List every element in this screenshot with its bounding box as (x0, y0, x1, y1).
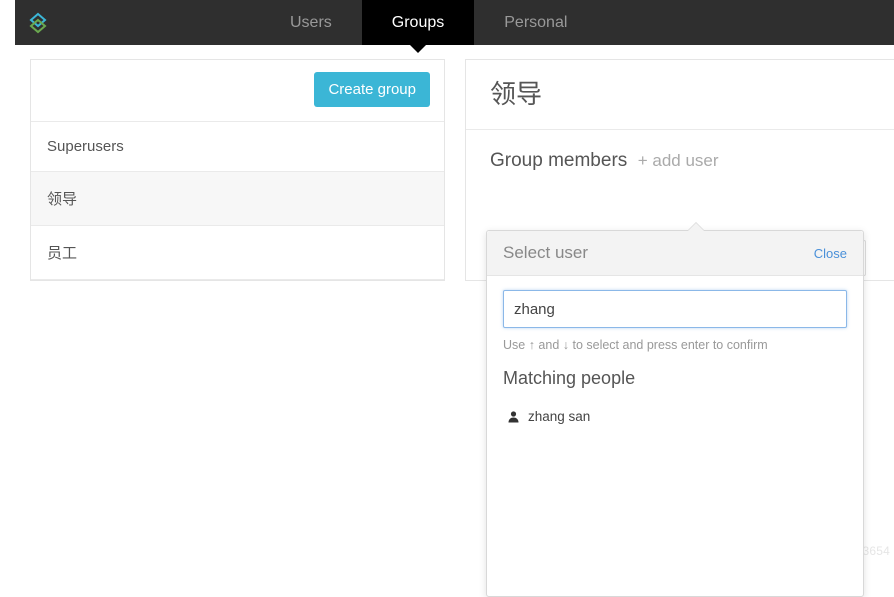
groups-panel: Create group Superusers 领导 员工 (30, 59, 445, 281)
popover-body: Use ↑ and ↓ to select and press enter to… (487, 276, 863, 596)
members-row: Group members + add user (466, 130, 894, 178)
app-logo[interactable] (15, 0, 60, 45)
group-detail-panel: 领导 Group members + add user Select user … (465, 59, 894, 281)
group-title: 领导 (466, 60, 894, 130)
person-icon (507, 410, 520, 423)
add-user-link[interactable]: + add user (638, 151, 719, 170)
group-item[interactable]: 员工 (31, 226, 444, 280)
popover-title: Select user (503, 243, 588, 263)
members-label: Group members (490, 150, 627, 171)
group-list: Superusers 领导 员工 (31, 122, 444, 280)
nav-tab-groups[interactable]: Groups (362, 0, 474, 45)
matching-people-title: Matching people (503, 368, 847, 389)
main-content: Create group Superusers 领导 员工 领导 Group m… (0, 45, 894, 281)
group-item[interactable]: 领导 (31, 172, 444, 226)
popover-header: Select user Close (487, 231, 863, 276)
group-item[interactable]: Superusers (31, 122, 444, 172)
nav-tab-personal[interactable]: Personal (474, 0, 597, 45)
nav-tab-users[interactable]: Users (260, 0, 362, 45)
select-user-popover: Select user Close Use ↑ and ↓ to select … (486, 230, 864, 597)
logo-icon (27, 12, 49, 34)
user-result-name: zhang san (528, 409, 590, 424)
create-group-button[interactable]: Create group (314, 72, 430, 107)
popover-close-link[interactable]: Close (814, 246, 847, 261)
search-hint: Use ↑ and ↓ to select and press enter to… (503, 338, 847, 352)
user-result-item[interactable]: zhang san (503, 403, 847, 430)
top-navbar: Users Groups Personal (15, 0, 894, 45)
user-search-input[interactable] (503, 290, 847, 328)
create-group-row: Create group (31, 60, 444, 122)
